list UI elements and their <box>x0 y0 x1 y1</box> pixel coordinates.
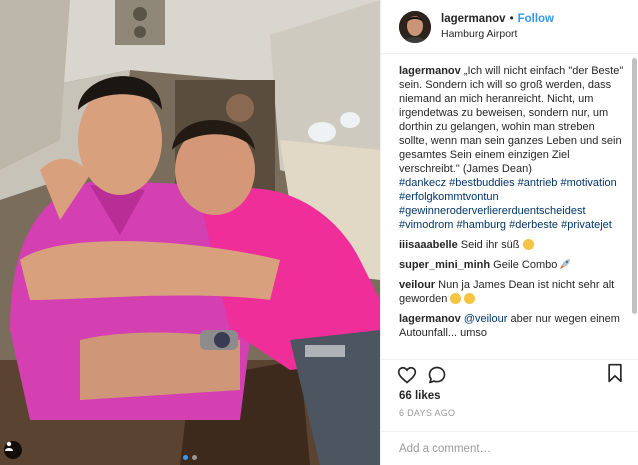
carousel-dot-active[interactable] <box>183 455 188 460</box>
comment: iiisaaabelle Seid ihr süß <box>399 238 626 252</box>
hashtag[interactable]: #bestbuddies <box>449 177 514 189</box>
comment-username[interactable]: iiisaaabelle <box>399 239 458 251</box>
location-link[interactable]: Hamburg Airport <box>441 27 554 42</box>
caption-text: „Ich will nicht einfach "der Beste" sein… <box>399 65 624 175</box>
bookmark-icon[interactable] <box>606 363 624 383</box>
comments-scrollbar-thumb[interactable] <box>632 58 637 314</box>
comment-text: Seid ihr süß <box>460 239 520 251</box>
hashtag[interactable]: #gewinneroderverliererduentscheidest <box>399 205 586 217</box>
add-comment-input[interactable]: Add a comment… <box>381 431 638 465</box>
grimacing-face-icon <box>450 293 462 304</box>
header-separator: • <box>509 12 514 25</box>
header-username[interactable]: lagermanov <box>441 12 506 27</box>
post-date[interactable]: 6 DAYS AGO <box>381 407 638 431</box>
hashtag[interactable]: #dankecz <box>399 177 446 189</box>
comment: lagermanov @veilour aber nur wegen einem… <box>399 312 626 340</box>
comment-username[interactable]: super_mini_minh <box>399 259 490 271</box>
hashtag[interactable]: #erfolgkommtvontun <box>399 191 499 203</box>
rocket-icon <box>560 259 571 269</box>
post-photo[interactable] <box>0 0 380 465</box>
heart-icon[interactable] <box>397 365 417 385</box>
comment-text: Geile Combo <box>493 259 558 271</box>
photo-illustration <box>0 0 380 465</box>
caption-username[interactable]: lagermanov <box>399 65 461 77</box>
likes-count[interactable]: 66 likes <box>381 389 638 407</box>
comment-mention[interactable]: @veilour <box>464 313 508 325</box>
comment: super_mini_minh Geile Combo <box>399 258 626 272</box>
hashtag[interactable]: #privatejet <box>561 219 612 231</box>
comments-list[interactable]: lagermanov „Ich will nicht einfach "der … <box>381 54 638 359</box>
grinning-face-icon <box>464 293 476 304</box>
hashtag[interactable]: #antrieb <box>518 177 558 189</box>
hashtag[interactable]: #vimodrom <box>399 219 453 231</box>
user-tag-icon <box>5 441 13 451</box>
comment-bubble-icon[interactable] <box>427 365 447 385</box>
comment-username[interactable]: lagermanov <box>399 313 461 325</box>
post-sidebar: lagermanov • Follow Hamburg Airport lage… <box>380 0 638 465</box>
action-bar <box>381 359 638 389</box>
caption: lagermanov „Ich will nicht einfach "der … <box>399 64 626 232</box>
comment: veilour Nun ja James Dean ist nicht sehr… <box>399 278 626 306</box>
hashtag[interactable]: #hamburg <box>456 219 506 231</box>
hashtag[interactable]: #motivation <box>561 177 617 189</box>
avatar-image <box>399 10 431 43</box>
avatar[interactable] <box>399 10 431 43</box>
smiling-face-icon <box>522 239 534 250</box>
carousel-dot[interactable] <box>192 455 197 460</box>
follow-button[interactable]: Follow <box>518 12 554 27</box>
comment-username[interactable]: veilour <box>399 279 435 291</box>
carousel-indicator <box>0 455 380 460</box>
instagram-post: lagermanov • Follow Hamburg Airport lage… <box>0 0 638 465</box>
hashtag[interactable]: #derbeste <box>509 219 558 231</box>
post-header: lagermanov • Follow Hamburg Airport <box>381 0 638 54</box>
